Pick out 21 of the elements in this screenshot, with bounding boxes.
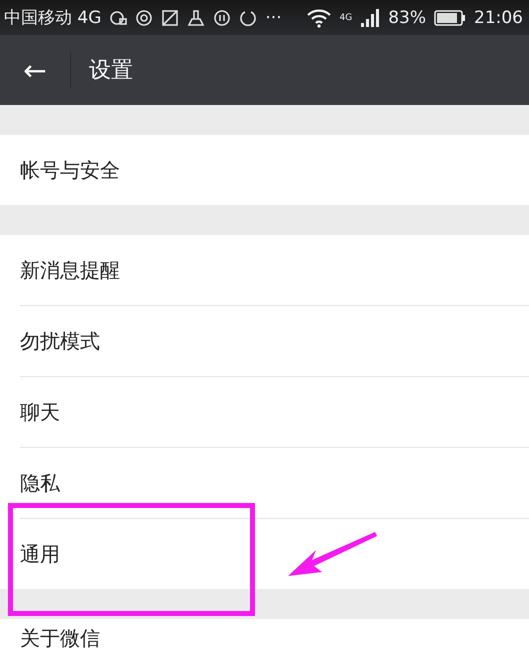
settings-item[interactable]: 隐私: [20, 470, 60, 496]
clock: 21:06: [474, 8, 523, 28]
settings-item[interactable]: 帐号与安全: [20, 156, 120, 184]
settings-item[interactable]: 通用: [20, 540, 60, 568]
settings-item[interactable]: 勿扰模式: [20, 328, 100, 354]
more-indicator: ···: [265, 8, 282, 28]
signal-icon: [360, 8, 380, 28]
refresh-icon: [239, 8, 258, 26]
battery-percent: 83%: [388, 8, 426, 28]
target-icon: [135, 8, 154, 26]
brush-icon: [187, 8, 206, 26]
image-icon: [161, 8, 180, 26]
back-button[interactable]: ←: [0, 35, 70, 105]
carrier-name: 中国移动 4G: [4, 7, 102, 29]
wifi-icon: [306, 8, 332, 28]
settings-item[interactable]: 新消息提醒: [20, 256, 120, 284]
settings-item[interactable]: 关于微信: [20, 625, 100, 648]
battery-icon: [434, 10, 466, 26]
page-title: 设置: [89, 57, 133, 85]
settings-item[interactable]: 聊天: [20, 398, 60, 426]
network-type: 4G: [340, 12, 352, 22]
